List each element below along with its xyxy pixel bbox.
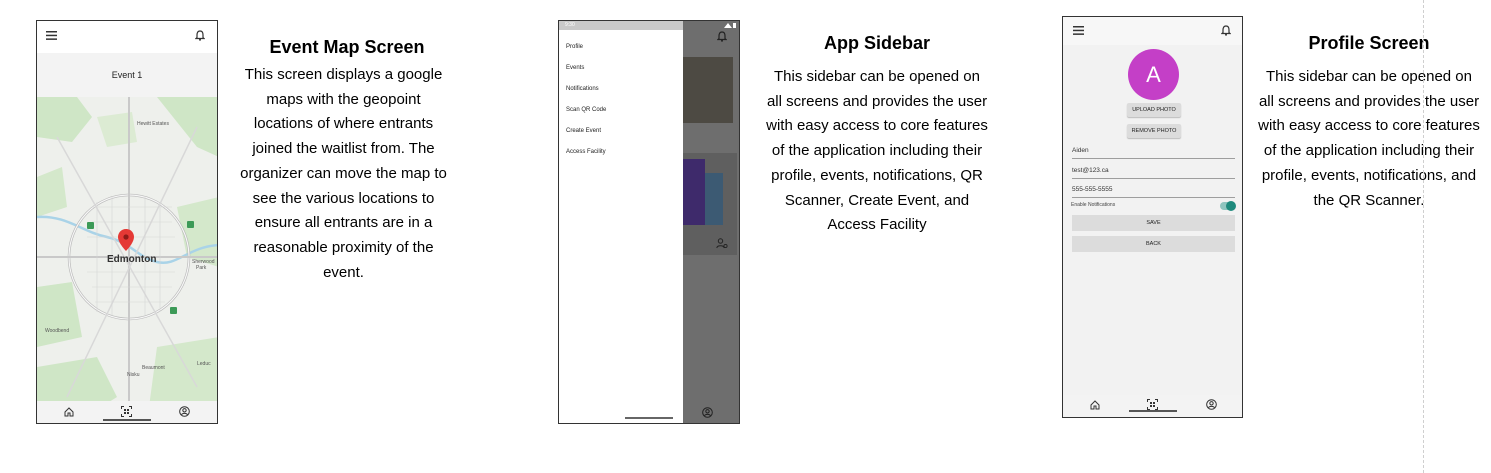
status-bar: 9:30 bbox=[559, 21, 683, 30]
email-field[interactable]: test@123.ca bbox=[1072, 165, 1235, 179]
bottom-nav bbox=[1063, 395, 1242, 417]
qr-scan-icon[interactable] bbox=[121, 406, 132, 417]
bell-icon[interactable] bbox=[717, 31, 727, 42]
svg-text:Leduc: Leduc bbox=[197, 361, 211, 367]
drawer-item-create-event[interactable]: Create Event bbox=[566, 128, 601, 134]
navigation-drawer: Profile Events Notifications Scan QR Cod… bbox=[559, 30, 683, 423]
drawer-item-events[interactable]: Events bbox=[566, 65, 584, 71]
notifications-label: Enable Notifications bbox=[1071, 202, 1116, 208]
bell-icon[interactable] bbox=[1221, 25, 1231, 36]
svg-text:Nisku: Nisku bbox=[127, 372, 140, 378]
bell-icon[interactable] bbox=[195, 30, 205, 41]
event-map-heading: Event Map Screen bbox=[269, 37, 425, 57]
svg-text:Beaumont: Beaumont bbox=[142, 365, 165, 371]
person-settings-icon[interactable] bbox=[716, 238, 728, 249]
page-guide-line bbox=[1423, 0, 1424, 473]
profile-icon[interactable] bbox=[702, 407, 713, 418]
profile-phone: A UPLOAD PHOTO REMOVE PHOTO Aiden test@1… bbox=[1062, 16, 1243, 418]
name-field[interactable]: Aiden bbox=[1072, 145, 1235, 159]
dimmed-event-card bbox=[683, 153, 737, 255]
dimmed-event-art-2 bbox=[705, 173, 723, 225]
profile-icon[interactable] bbox=[1206, 399, 1217, 410]
profile-icon[interactable] bbox=[179, 406, 190, 417]
menu-icon[interactable] bbox=[1073, 26, 1084, 35]
nav-indicator bbox=[625, 417, 673, 419]
bottom-nav bbox=[37, 401, 217, 423]
sidebar-description: This sidebar can be opened on all screen… bbox=[766, 68, 988, 234]
map-view[interactable]: Hewitt Estates Sherwood Park Woodbend Be… bbox=[37, 97, 217, 422]
sidebar-heading: App Sidebar bbox=[823, 33, 930, 53]
dimmed-event-image bbox=[683, 57, 733, 123]
remove-photo-button[interactable]: REMOVE PHOTO bbox=[1127, 124, 1181, 138]
nav-indicator bbox=[1129, 410, 1177, 412]
avatar[interactable]: A bbox=[1128, 49, 1179, 100]
drawer-item-notifications[interactable]: Notifications bbox=[566, 86, 599, 92]
menu-icon[interactable] bbox=[46, 31, 57, 40]
drawer-item-access-facility[interactable]: Access Facility bbox=[566, 149, 606, 155]
home-icon[interactable] bbox=[64, 407, 74, 417]
sidebar-phone: 9:30 Profile Events Notifications Scan Q… bbox=[558, 20, 740, 424]
back-button[interactable]: BACK bbox=[1072, 236, 1235, 252]
home-icon[interactable] bbox=[1090, 400, 1100, 410]
status-bar-icons bbox=[683, 21, 739, 30]
signal-icon bbox=[724, 23, 736, 28]
nav-indicator bbox=[103, 419, 151, 421]
profile-description: This sidebar can be opened on all screen… bbox=[1258, 68, 1480, 209]
event-map-phone: Event 1 Hewitt Estates Sherwood Park Woo… bbox=[36, 20, 218, 424]
dimmed-event-art bbox=[683, 159, 705, 225]
event-title: Event 1 bbox=[37, 53, 217, 97]
event-map-description: This screen displays a google maps with … bbox=[240, 66, 447, 281]
svg-text:Park: Park bbox=[196, 265, 207, 271]
notifications-toggle-knob[interactable] bbox=[1226, 201, 1236, 211]
drawer-item-scan-qr[interactable]: Scan QR Code bbox=[566, 107, 606, 113]
svg-text:Woodbend: Woodbend bbox=[45, 328, 69, 334]
phone-field[interactable]: 555-555-5555 bbox=[1072, 184, 1235, 198]
save-button[interactable]: SAVE bbox=[1072, 215, 1235, 231]
drawer-item-profile[interactable]: Profile bbox=[566, 44, 583, 50]
app-bar bbox=[37, 21, 217, 53]
svg-text:Hewitt Estates: Hewitt Estates bbox=[137, 121, 169, 127]
city-label: Edmonton bbox=[107, 254, 157, 265]
profile-heading: Profile Screen bbox=[1308, 33, 1430, 53]
status-time: 9:30 bbox=[565, 22, 575, 28]
app-bar bbox=[1063, 17, 1242, 45]
upload-photo-button[interactable]: UPLOAD PHOTO bbox=[1127, 103, 1181, 117]
qr-scan-icon[interactable] bbox=[1147, 399, 1158, 410]
